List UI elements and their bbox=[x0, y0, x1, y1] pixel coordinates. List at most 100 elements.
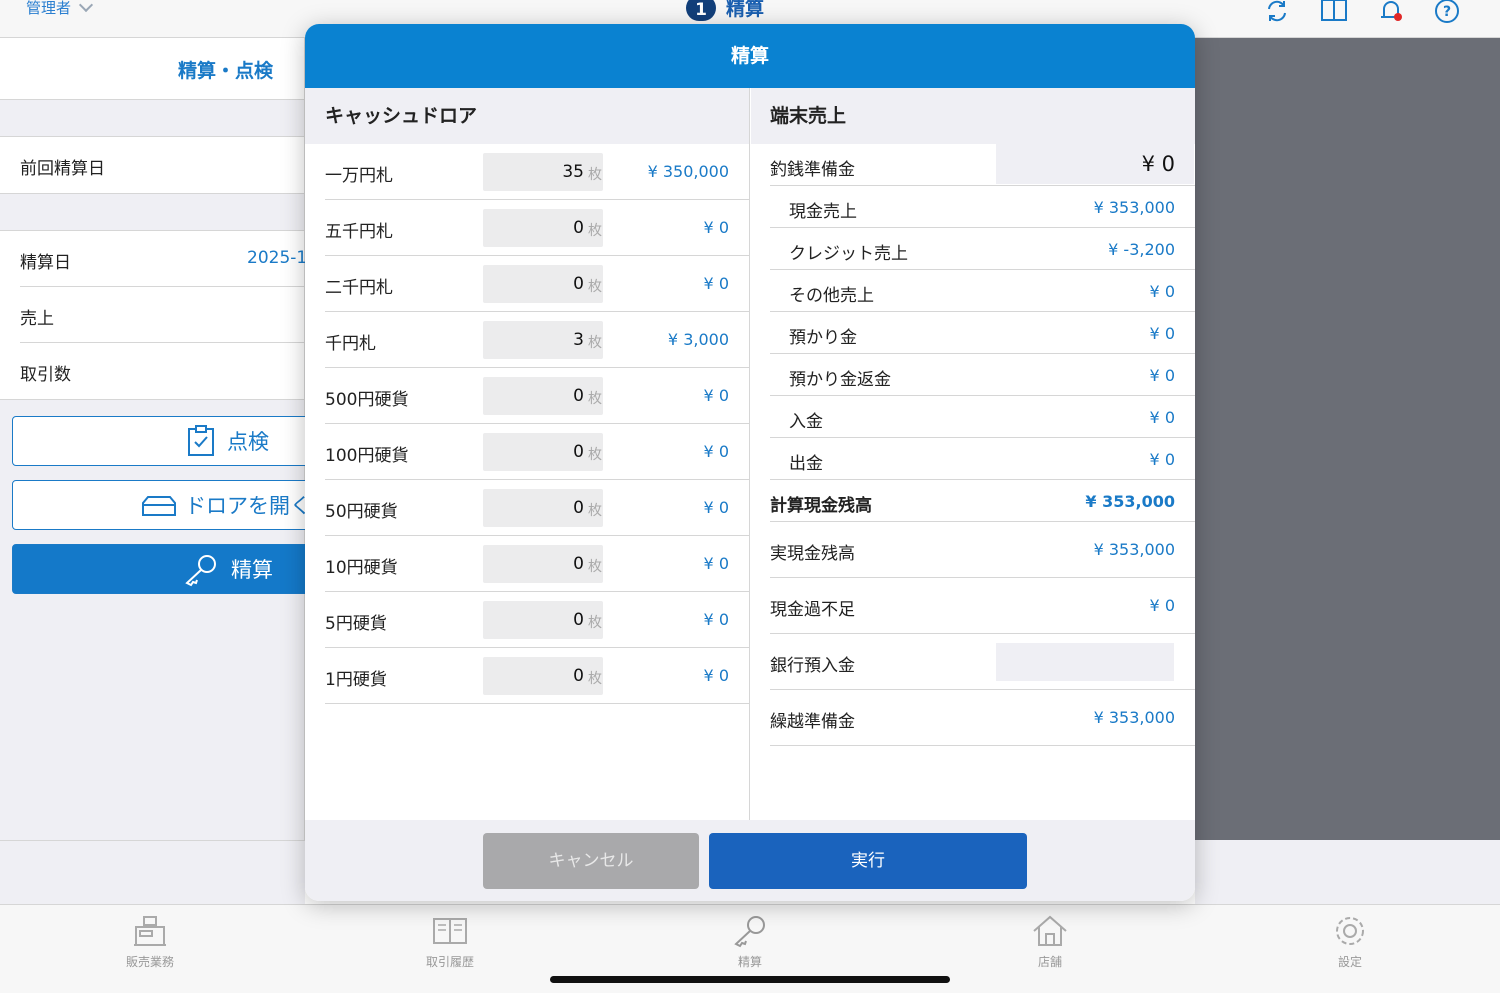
sales-breakdown-value: ¥ -3,200 bbox=[1108, 240, 1175, 259]
unit-label: 枚 bbox=[588, 503, 602, 519]
settlement-modal: 精算 キャッシュドロア 一万円札 35 枚 ¥ 350,000 五千円札 0 枚 ¥ 0 二千円… bbox=[305, 24, 1195, 901]
last-settlement-label: 前回精算日 bbox=[20, 159, 105, 179]
bank-deposit-row: 銀行預入金 bbox=[770, 634, 1195, 690]
sales-breakdown-label: 出金 bbox=[789, 454, 823, 474]
help-icon[interactable]: ? bbox=[1434, 0, 1460, 24]
denomination-row: 一万円札 35 枚 ¥ 350,000 bbox=[325, 144, 749, 200]
denomination-row: 1円硬貨 0 枚 ¥ 0 bbox=[325, 648, 749, 704]
denomination-amount: ¥ 0 bbox=[703, 554, 729, 573]
unit-label: 枚 bbox=[588, 279, 602, 295]
tab-store[interactable]: 店舗 bbox=[990, 913, 1110, 970]
sales-breakdown-label: 預かり金 bbox=[789, 328, 857, 348]
unit-label: 枚 bbox=[588, 559, 602, 575]
tab-settlement[interactable]: 精算 bbox=[690, 913, 810, 970]
tab-label: 店舗 bbox=[1037, 955, 1062, 969]
denomination-row: 50円硬貨 0 枚 ¥ 0 bbox=[325, 480, 749, 536]
sales-breakdown-row: 現金売上 ¥ 353,000 bbox=[770, 186, 1195, 228]
bell-icon[interactable] bbox=[1378, 0, 1404, 24]
unit-label: 枚 bbox=[588, 223, 602, 239]
transactions-row: 取引数 bbox=[0, 343, 304, 399]
book-icon[interactable] bbox=[1320, 0, 1348, 24]
tab-label: 販売業務 bbox=[125, 955, 174, 969]
execute-button[interactable]: 実行 bbox=[709, 833, 1027, 889]
settlement-summary-group: 精算日 2025-1 売上 取引数 bbox=[0, 230, 308, 400]
cash-discrepancy-row: 現金過不足 ¥ 0 bbox=[770, 578, 1195, 634]
open-drawer-button[interactable]: ドロアを開く bbox=[12, 480, 322, 530]
register-number-badge: 1 bbox=[686, 0, 716, 21]
actual-balance-value: ¥ 353,000 bbox=[1093, 540, 1175, 559]
svg-text:?: ? bbox=[1443, 4, 1451, 20]
sales-breakdown-row: クレジット売上 ¥ -3,200 bbox=[770, 228, 1195, 270]
open-drawer-label: ドロアを開く bbox=[185, 494, 311, 518]
quantity-value: 0 bbox=[573, 666, 584, 686]
sidebar-footer bbox=[0, 840, 305, 904]
key-icon bbox=[185, 555, 216, 587]
sales-breakdown-value: ¥ 0 bbox=[1149, 282, 1175, 301]
sales-breakdown-value: ¥ 0 bbox=[1149, 450, 1175, 469]
tab-label: 設定 bbox=[1337, 955, 1362, 969]
sales-breakdown-value: ¥ 0 bbox=[1149, 366, 1175, 385]
calculated-balance-label: 計算現金残高 bbox=[770, 496, 872, 516]
carryover-fund-row: 繰越準備金 ¥ 353,000 bbox=[770, 690, 1195, 746]
tab-settings[interactable]: 設定 bbox=[1290, 913, 1410, 970]
quantity-value: 0 bbox=[573, 610, 584, 630]
sync-icon[interactable] bbox=[1264, 0, 1290, 24]
quantity-value: 3 bbox=[573, 330, 584, 350]
user-menu[interactable]: 管理者 bbox=[26, 0, 94, 18]
settlement-date-value: 2025-1 bbox=[247, 248, 308, 268]
tab-sales-operations[interactable]: 販売業務 bbox=[90, 913, 210, 970]
denomination-amount: ¥ 0 bbox=[703, 218, 729, 237]
carryover-fund-label: 繰越準備金 bbox=[770, 712, 855, 732]
change-fund-label: 釣銭準備金 bbox=[770, 160, 855, 180]
chevron-down-icon bbox=[78, 0, 94, 12]
sales-breakdown-label: クレジット売上 bbox=[789, 244, 908, 264]
sales-breakdown-label: その他売上 bbox=[789, 286, 874, 306]
sidebar-header: 精算・点検 bbox=[0, 38, 304, 100]
sales-breakdown-label: 入金 bbox=[789, 412, 823, 432]
user-label: 管理者 bbox=[26, 0, 72, 17]
cash-discrepancy-label: 現金過不足 bbox=[770, 600, 855, 620]
sales-breakdown-row: 預かり金返金 ¥ 0 bbox=[770, 354, 1195, 396]
quantity-value: 0 bbox=[573, 274, 584, 294]
denomination-amount: ¥ 0 bbox=[703, 610, 729, 629]
denomination-amount: ¥ 3,000 bbox=[667, 330, 729, 349]
denomination-amount: ¥ 0 bbox=[703, 274, 729, 293]
denomination-label: 五千円札 bbox=[325, 222, 393, 242]
quantity-value: 0 bbox=[573, 442, 584, 462]
unit-label: 枚 bbox=[588, 671, 602, 687]
sales-label: 売上 bbox=[20, 309, 54, 329]
denomination-amount: ¥ 0 bbox=[703, 498, 729, 517]
denomination-row: 5円硬貨 0 枚 ¥ 0 bbox=[325, 592, 749, 648]
change-fund-value: ¥ 0 bbox=[1141, 152, 1175, 176]
bank-deposit-input[interactable] bbox=[996, 643, 1174, 681]
denomination-label: 100円硬貨 bbox=[325, 446, 409, 466]
tab-label: 取引履歴 bbox=[425, 955, 474, 969]
modal-backdrop bbox=[1195, 38, 1500, 840]
sales-breakdown-value: ¥ 0 bbox=[1149, 408, 1175, 427]
sales-breakdown-row: その他売上 ¥ 0 bbox=[770, 270, 1195, 312]
denomination-label: 500円硬貨 bbox=[325, 390, 409, 410]
home-icon bbox=[1033, 915, 1067, 946]
denomination-label: 5円硬貨 bbox=[325, 614, 387, 634]
cancel-button[interactable]: キャンセル bbox=[483, 833, 699, 889]
tab-transaction-history[interactable]: 取引履歴 bbox=[390, 913, 510, 970]
book-icon bbox=[433, 918, 467, 944]
settle-button[interactable]: 精算 bbox=[12, 544, 322, 594]
denomination-amount: ¥ 350,000 bbox=[647, 162, 729, 181]
register-icon bbox=[134, 916, 166, 946]
sales-breakdown-label: 現金売上 bbox=[789, 202, 857, 222]
sales-breakdown-value: ¥ 353,000 bbox=[1093, 198, 1175, 217]
denomination-amount: ¥ 0 bbox=[703, 666, 729, 685]
drawer-icon bbox=[142, 496, 176, 516]
inspect-button[interactable]: 点検 bbox=[12, 416, 322, 466]
denomination-row: 千円札 3 枚 ¥ 3,000 bbox=[325, 312, 749, 368]
content-footer bbox=[1195, 840, 1500, 904]
actual-balance-row: 実現金残高 ¥ 353,000 bbox=[770, 522, 1195, 578]
sidebar-title: 精算・点検 bbox=[178, 60, 274, 82]
sales-breakdown-row: 入金 ¥ 0 bbox=[770, 396, 1195, 438]
settlement-sidebar: 精算・点検 前回精算日 精算日 2025-1 売上 取引数 点検 ドロアを開く … bbox=[0, 38, 322, 904]
last-settlement-group: 前回精算日 bbox=[0, 136, 304, 194]
terminal-sales-panel: 端末売上 釣銭準備金 ¥ 0 現金売上 ¥ 353,000 クレジット売上 ¥ -3,… bbox=[751, 88, 1195, 820]
home-indicator bbox=[550, 976, 950, 983]
clipboard-check-icon bbox=[188, 425, 214, 456]
